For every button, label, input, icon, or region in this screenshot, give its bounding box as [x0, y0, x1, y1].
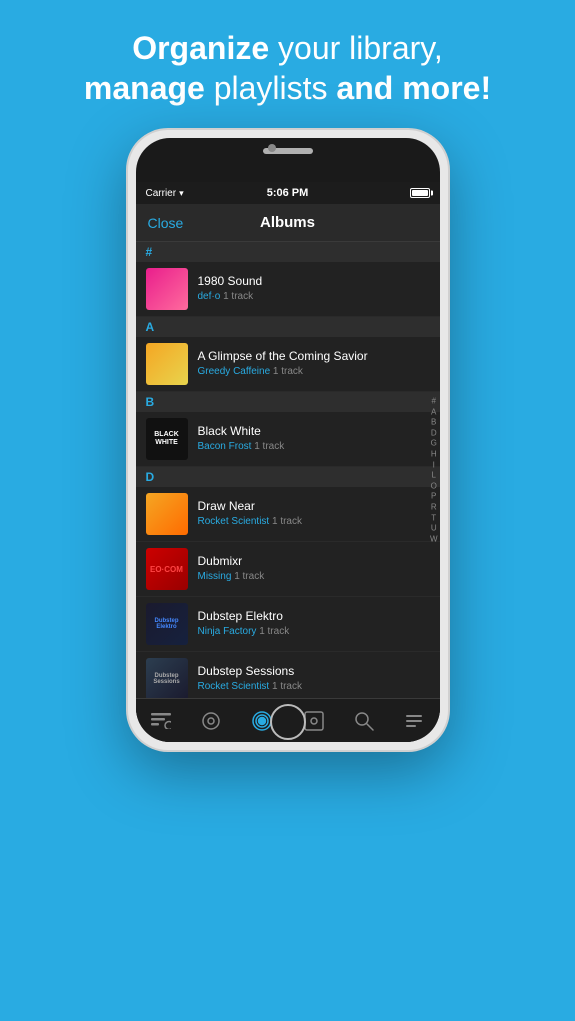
alpha-index-letter[interactable]: D — [430, 428, 438, 438]
alpha-index-letter[interactable]: I — [430, 460, 438, 470]
status-bar: Carrier ▾ 5:06 PM — [136, 182, 440, 204]
album-item[interactable]: EO·COM Dubmixr Missing 1 track — [136, 542, 440, 597]
album-art-dubstep-elektro: DubstepElektro — [146, 603, 188, 645]
battery-icon — [410, 188, 430, 198]
screen-content: Carrier ▾ 5:06 PM Close Albums # — [136, 182, 440, 742]
album-item[interactable]: Draw Near Rocket Scientist 1 track — [136, 487, 440, 542]
album-info-1980sound: 1980 Sound def·o 1 track — [198, 274, 430, 304]
album-tracks: 1 track — [273, 366, 303, 377]
alpha-index-letter[interactable]: # — [430, 396, 438, 406]
album-artist: def·o — [198, 291, 221, 302]
album-tracks: 1 track — [234, 571, 264, 582]
album-item[interactable]: DubstepElektro Dubstep Elektro Ninja Fac… — [136, 597, 440, 652]
album-tracks: 1 track — [259, 626, 289, 637]
tab-more[interactable] — [404, 711, 424, 731]
album-artist: Ninja Factory — [198, 626, 257, 637]
header-bold-1: Organize — [132, 30, 269, 66]
wifi-icon: ▾ — [179, 188, 184, 199]
alpha-index-letter[interactable]: R — [430, 502, 438, 512]
album-info-blackwhite: Black White Bacon Frost 1 track — [198, 424, 430, 454]
section-d: D — [136, 467, 440, 487]
alpha-index-letter[interactable]: T — [430, 513, 438, 523]
header-text: Organize your library, manage playlists … — [0, 0, 575, 128]
album-info-dubstep-elektro: Dubstep Elektro Ninja Factory 1 track — [198, 609, 430, 639]
album-sub: Missing 1 track — [198, 570, 430, 584]
album-title: Draw Near — [198, 499, 430, 515]
album-item[interactable]: A Glimpse of the Coming Savior Greedy Ca… — [136, 337, 440, 392]
album-item[interactable]: BLACKWHITE Black White Bacon Frost 1 tra… — [136, 412, 440, 467]
alpha-index-letter[interactable]: W — [430, 534, 438, 544]
page-title: Albums — [260, 214, 315, 231]
section-hash: # — [136, 242, 440, 262]
carrier-label: Carrier ▾ — [146, 188, 184, 199]
album-item[interactable]: DubstepSessions Dubstep Sessions Rocket … — [136, 652, 440, 698]
album-title: 1980 Sound — [198, 274, 430, 290]
album-sub: Ninja Factory 1 track — [198, 625, 430, 639]
album-sub: Bacon Frost 1 track — [198, 440, 430, 454]
album-artist: Rocket Scientist — [198, 516, 270, 527]
album-title: A Glimpse of the Coming Savior — [198, 349, 430, 365]
album-info-glimpse: A Glimpse of the Coming Savior Greedy Ca… — [198, 349, 430, 379]
section-b: B — [136, 392, 440, 412]
album-art-blackwhite: BLACKWHITE — [146, 418, 188, 460]
close-button[interactable]: Close — [148, 215, 184, 231]
alpha-index[interactable]: #ABDGHILOPRTUW — [430, 396, 438, 543]
album-art-drawnear — [146, 493, 188, 535]
album-title: Dubstep Sessions — [198, 664, 430, 680]
album-artist: Greedy Caffeine — [198, 366, 271, 377]
album-info-dubmixr: Dubmixr Missing 1 track — [198, 554, 430, 584]
album-title: Dubstep Elektro — [198, 609, 430, 625]
phone-screen: Carrier ▾ 5:06 PM Close Albums # — [136, 138, 440, 742]
header-normal-2: playlists — [214, 70, 337, 106]
tab-artists[interactable] — [201, 711, 221, 731]
album-info-drawnear: Draw Near Rocket Scientist 1 track — [198, 499, 430, 529]
album-sub: def·o 1 track — [198, 290, 430, 304]
album-item[interactable]: 1980 Sound def·o 1 track — [136, 262, 440, 317]
alpha-index-letter[interactable]: A — [430, 407, 438, 417]
tab-search[interactable] — [354, 711, 374, 731]
header-bold-2: manage — [84, 70, 205, 106]
album-tracks: 1 track — [272, 681, 302, 692]
album-artist: Bacon Frost — [198, 441, 252, 452]
nav-bar: Close Albums — [136, 204, 440, 242]
alpha-index-letter[interactable]: P — [430, 492, 438, 502]
album-art-dubstep-sessions: DubstepSessions — [146, 658, 188, 698]
album-title: Dubmixr — [198, 554, 430, 570]
album-artist: Missing — [198, 571, 232, 582]
alpha-index-letter[interactable]: L — [430, 471, 438, 481]
alpha-index-letter[interactable]: G — [430, 439, 438, 449]
album-info-dubstep-sessions: Dubstep Sessions Rocket Scientist 1 trac… — [198, 664, 430, 694]
album-art-glimpse — [146, 343, 188, 385]
album-tracks: 1 track — [223, 291, 253, 302]
album-tracks: 1 track — [272, 516, 302, 527]
album-sub: Greedy Caffeine 1 track — [198, 365, 430, 379]
background: Organize your library, manage playlists … — [0, 0, 575, 1021]
album-art-dubmixr: EO·COM — [146, 548, 188, 590]
album-sub: Rocket Scientist 1 track — [198, 515, 430, 529]
alpha-index-letter[interactable]: B — [430, 418, 438, 428]
album-list[interactable]: # 1980 Sound def·o 1 track A — [136, 242, 440, 698]
home-button[interactable] — [270, 704, 306, 740]
album-title: Black White — [198, 424, 430, 440]
phone-frame: Carrier ▾ 5:06 PM Close Albums # — [128, 130, 448, 750]
alpha-index-letter[interactable]: U — [430, 523, 438, 533]
header-normal-1: your library, — [278, 30, 443, 66]
tab-playlists[interactable] — [304, 711, 324, 731]
album-tracks: 1 track — [254, 441, 284, 452]
tab-menu[interactable] — [151, 713, 171, 729]
alpha-index-letter[interactable]: H — [430, 449, 438, 459]
section-a: A — [136, 317, 440, 337]
album-sub: Rocket Scientist 1 track — [198, 680, 430, 694]
status-time: 5:06 PM — [267, 187, 309, 199]
phone-camera — [268, 144, 276, 152]
alpha-index-letter[interactable]: O — [430, 481, 438, 491]
album-art-1980sound — [146, 268, 188, 310]
album-artist: Rocket Scientist — [198, 681, 270, 692]
header-bold-3: and more! — [336, 70, 491, 106]
